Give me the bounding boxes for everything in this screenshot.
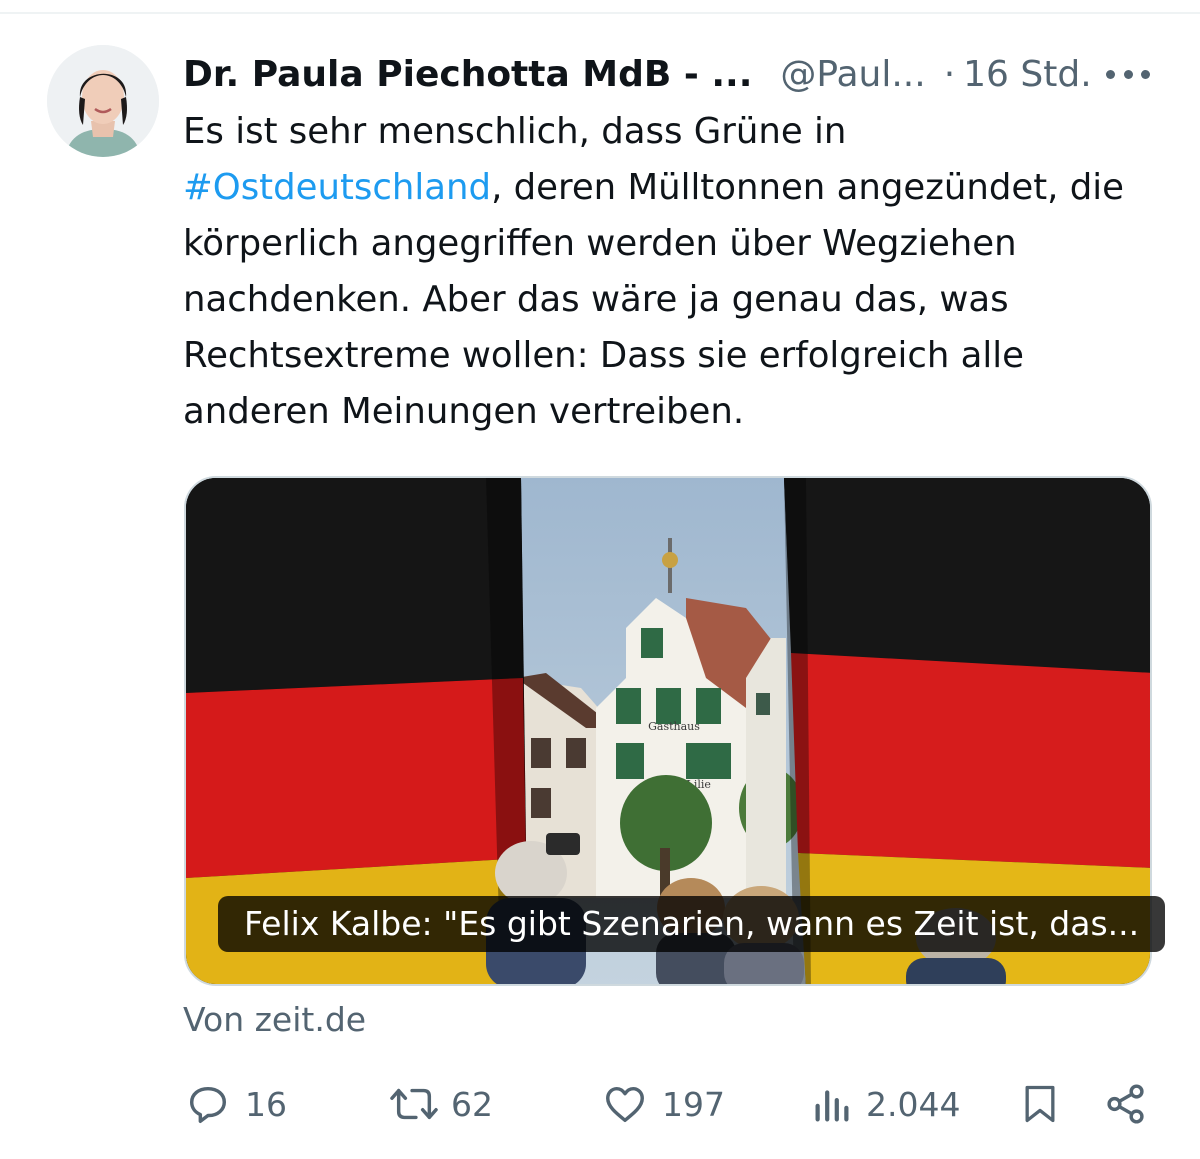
tweet[interactable]: Dr. Paula Piechotta MdB - ... @Paul... ·… (0, 0, 1200, 1159)
like-button[interactable]: 197 (602, 1078, 725, 1130)
reply-button[interactable]: 16 (185, 1078, 287, 1130)
retweet-button[interactable]: 62 (387, 1078, 493, 1130)
share-button[interactable] (1103, 1078, 1149, 1130)
like-count: 197 (662, 1084, 725, 1124)
avatar-image (47, 45, 159, 157)
bookmark-button[interactable] (1018, 1078, 1062, 1130)
card-source[interactable]: Von zeit.de (183, 998, 366, 1042)
author-name[interactable]: Dr. Paula Piechotta MdB - ... (183, 54, 752, 95)
retweet-icon (390, 1088, 438, 1120)
views-count: 2.044 (866, 1084, 961, 1124)
author-handle[interactable]: @Paul... (780, 54, 925, 95)
retweet-count: 62 (451, 1084, 493, 1124)
reply-count: 16 (245, 1084, 287, 1124)
image-sign-text: Gasthaus (648, 720, 700, 733)
like-icon (606, 1086, 644, 1123)
reply-icon (189, 1086, 227, 1123)
avatar[interactable] (47, 45, 159, 157)
tweet-text-part1: Es ist sehr menschlich, dass Grüne in (183, 111, 847, 152)
card-caption: Felix Kalbe: "Es gibt Szenarien, wann es… (218, 896, 1166, 952)
views-icon (815, 1090, 849, 1122)
timestamp[interactable]: 16 Std. (963, 54, 1092, 95)
separator: · (943, 53, 956, 95)
more-icon[interactable] (1106, 63, 1150, 85)
share-icon (1107, 1084, 1144, 1124)
bookmark-icon (1025, 1085, 1055, 1123)
tweet-header: Dr. Paula Piechotta MdB - ... @Paul... ·… (183, 48, 1153, 100)
views-button[interactable]: 2.044 (812, 1078, 960, 1130)
action-bar: 16 62 197 2.044 (0, 1078, 1200, 1130)
tweet-text: Es ist sehr menschlich, dass Grüne in #Os… (183, 104, 1158, 440)
hashtag-link[interactable]: #Ostdeutschland (183, 167, 491, 208)
